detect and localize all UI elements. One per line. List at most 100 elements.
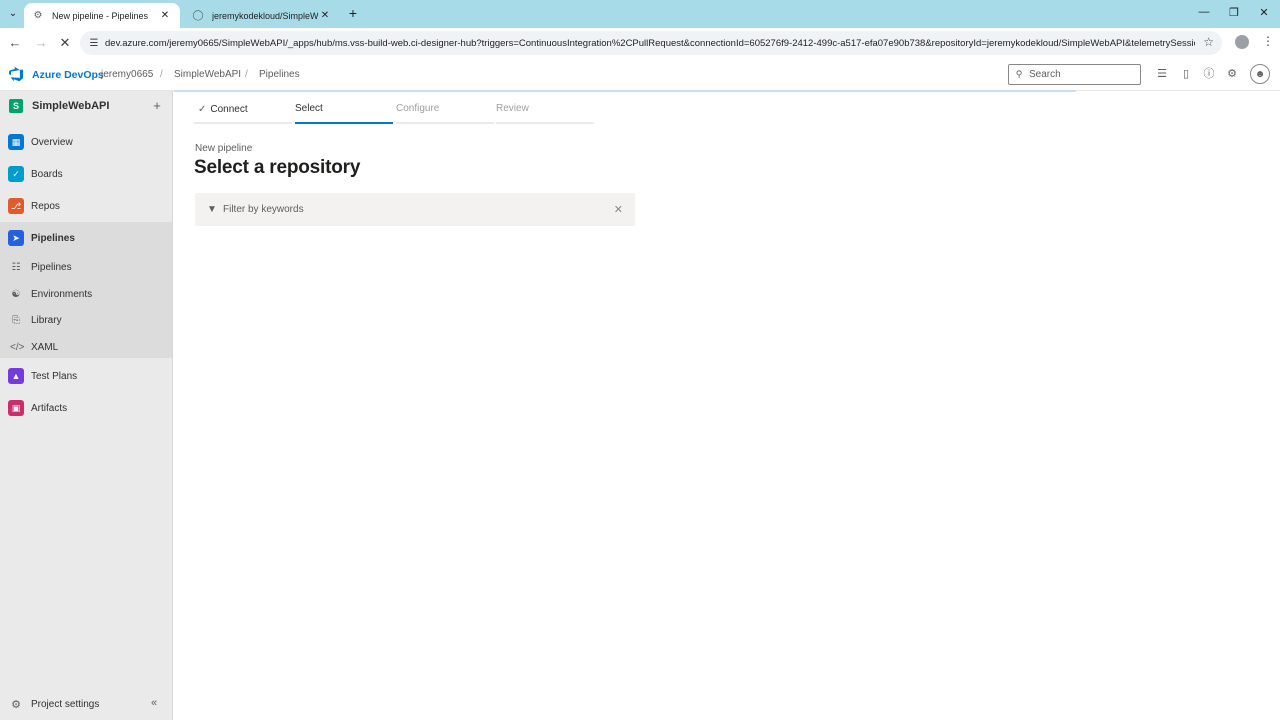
restore-icon[interactable]: ❐ (1226, 6, 1242, 19)
tab-title: jeremykodekloud/SimpleWebA (212, 10, 318, 21)
back-arrow-icon[interactable]: ← (7, 35, 23, 51)
project-settings-label: Project settings (31, 698, 100, 710)
browser-menu-icon[interactable]: ⋮ (1262, 34, 1274, 48)
search-icon: ⚲ (1015, 69, 1023, 79)
url-bar[interactable]: ☰ dev.azure.com/jeremy0665/SimpleWebAPI/… (80, 31, 1222, 55)
sub-item-xaml[interactable]: </> XAML (0, 334, 172, 360)
add-plus-icon[interactable]: + (151, 99, 163, 113)
brand-name[interactable]: Azure DevOps (32, 69, 104, 81)
sub-item-label: Library (31, 314, 62, 326)
project-name: SimpleWebAPI (32, 100, 110, 112)
bookmark-star-icon[interactable]: ☆ (1203, 35, 1214, 49)
environments-icon: ☯ (11, 288, 21, 300)
pipelines-rocket-icon: ➤ (8, 230, 24, 246)
project-badge: S (9, 99, 23, 113)
devops-header: Azure DevOps jeremy0665 / SimpleWebAPI /… (0, 58, 1280, 91)
breadcrumb-separator: / (245, 69, 248, 80)
project-settings-link[interactable]: ⚙ Project settings (0, 691, 172, 717)
library-icon: ⎘ (12, 314, 20, 326)
nav-item-label: Repos (31, 200, 60, 212)
url-text[interactable]: dev.azure.com/jeremy0665/SimpleWebAPI/_a… (105, 38, 1195, 49)
pipelines-favicon-icon: ⚙ (33, 10, 43, 21)
artifacts-icon: ▣ (8, 400, 24, 416)
left-navigation: S SimpleWebAPI + ▦ Overview ✓ Boards ⎇ R… (0, 91, 173, 720)
step-underline (194, 122, 292, 124)
browser-tab-active[interactable]: ⚙ New pipeline - Pipelines ✕ (24, 3, 180, 28)
page-subtitle: New pipeline (195, 143, 253, 154)
breadcrumb-project[interactable]: SimpleWebAPI (174, 69, 241, 80)
wizard-step-select[interactable]: Select (295, 98, 393, 124)
search-box[interactable]: ⚲ (1008, 64, 1141, 85)
github-favicon-icon: ◯ (192, 10, 204, 21)
minimize-icon[interactable]: — (1196, 6, 1212, 18)
gear-icon: ⚙ (11, 698, 21, 711)
pipelines-sub-icon: ☷ (11, 261, 21, 273)
stop-loading-icon[interactable]: ✕ (57, 35, 73, 51)
filter-input[interactable] (223, 204, 603, 215)
sub-item-pipelines[interactable]: ☷ Pipelines (0, 254, 172, 280)
task-list-icon[interactable]: ☰ (1155, 67, 1169, 81)
sub-item-environments[interactable]: ☯ Environments (0, 281, 172, 307)
sub-item-label: Pipelines (31, 261, 72, 273)
loading-progress-bar (174, 90, 1076, 92)
search-input[interactable] (1029, 69, 1129, 80)
tab-title: New pipeline - Pipelines (52, 10, 149, 21)
nav-item-test-plans[interactable]: ▲ Test Plans (0, 360, 172, 392)
user-settings-icon[interactable]: ⚙ (1225, 67, 1239, 81)
collapse-sidebar-icon[interactable]: « (151, 697, 157, 709)
user-avatar-icon[interactable]: ☻ (1250, 64, 1270, 84)
nav-item-boards[interactable]: ✓ Boards (0, 158, 172, 190)
step-label: Configure (396, 103, 440, 114)
tab-search-chevron-icon[interactable]: ⌄ (5, 5, 21, 21)
browser-tab-bar: ⌄ ⚙ New pipeline - Pipelines ✕ ◯ jeremyk… (0, 0, 1280, 28)
step-label: Select (295, 103, 323, 114)
browser-tab-github[interactable]: ◯ jeremykodekloud/SimpleWebA ✕ (184, 3, 340, 28)
step-underline (396, 122, 494, 124)
boards-icon: ✓ (8, 166, 24, 182)
azure-devops-logo-icon[interactable] (8, 66, 24, 82)
wizard-step-connect[interactable]: ✓ Connect (194, 98, 292, 124)
close-tab-icon[interactable]: ✕ (158, 10, 172, 21)
nav-item-label: Test Plans (31, 370, 78, 382)
breadcrumb-organization[interactable]: jeremy0665 (101, 69, 153, 80)
browser-profile-icon[interactable] (1235, 35, 1249, 49)
page-title: Select a repository (194, 157, 361, 178)
nav-item-label: Boards (31, 168, 63, 180)
help-icon[interactable]: ⓘ (1202, 67, 1216, 81)
project-header[interactable]: S SimpleWebAPI + (0, 91, 172, 121)
site-info-icon[interactable]: ☰ (87, 36, 101, 50)
nav-item-pipelines[interactable]: ➤ Pipelines (0, 222, 172, 254)
nav-item-label: Pipelines (31, 232, 75, 244)
clear-filter-icon[interactable]: ✕ (614, 203, 623, 216)
wizard-step-configure[interactable]: Configure (396, 98, 494, 124)
nav-item-label: Overview (31, 136, 73, 148)
wizard-steps: ✓ Connect Select Configure Review (194, 98, 596, 124)
step-underline (496, 122, 594, 124)
repos-icon: ⎇ (8, 198, 24, 214)
forward-arrow-icon[interactable]: → (33, 35, 49, 51)
nav-item-label: Artifacts (31, 402, 68, 414)
test-plans-flask-icon: ▲ (8, 368, 24, 384)
breadcrumb-pipelines[interactable]: Pipelines (259, 69, 300, 80)
close-window-icon[interactable]: ✕ (1256, 6, 1272, 19)
overview-icon: ▦ (8, 134, 24, 150)
close-tab-icon[interactable]: ✕ (318, 10, 332, 21)
wizard-step-review[interactable]: Review (496, 98, 594, 124)
breadcrumb-separator: / (160, 69, 163, 80)
new-tab-plus-icon[interactable]: + (345, 5, 361, 21)
nav-item-artifacts[interactable]: ▣ Artifacts (0, 392, 172, 424)
address-bar-row: ← → ✕ ☰ dev.azure.com/jeremy0665/SimpleW… (0, 28, 1280, 58)
filter-box[interactable]: ▼ ✕ (195, 193, 635, 226)
filter-icon: ▼ (207, 204, 217, 215)
nav-item-overview[interactable]: ▦ Overview (0, 126, 172, 158)
step-underline (295, 122, 393, 124)
sub-item-label: XAML (31, 341, 59, 353)
marketplace-bag-icon[interactable]: ▯ (1179, 67, 1193, 81)
sub-item-label: Environments (31, 288, 93, 300)
step-label: Review (496, 103, 529, 114)
nav-item-repos[interactable]: ⎇ Repos (0, 190, 172, 222)
sub-item-library[interactable]: ⎘ Library (0, 307, 172, 333)
check-icon: ✓ (198, 104, 207, 115)
code-icon: </> (10, 341, 25, 353)
step-label: Connect (210, 104, 248, 115)
